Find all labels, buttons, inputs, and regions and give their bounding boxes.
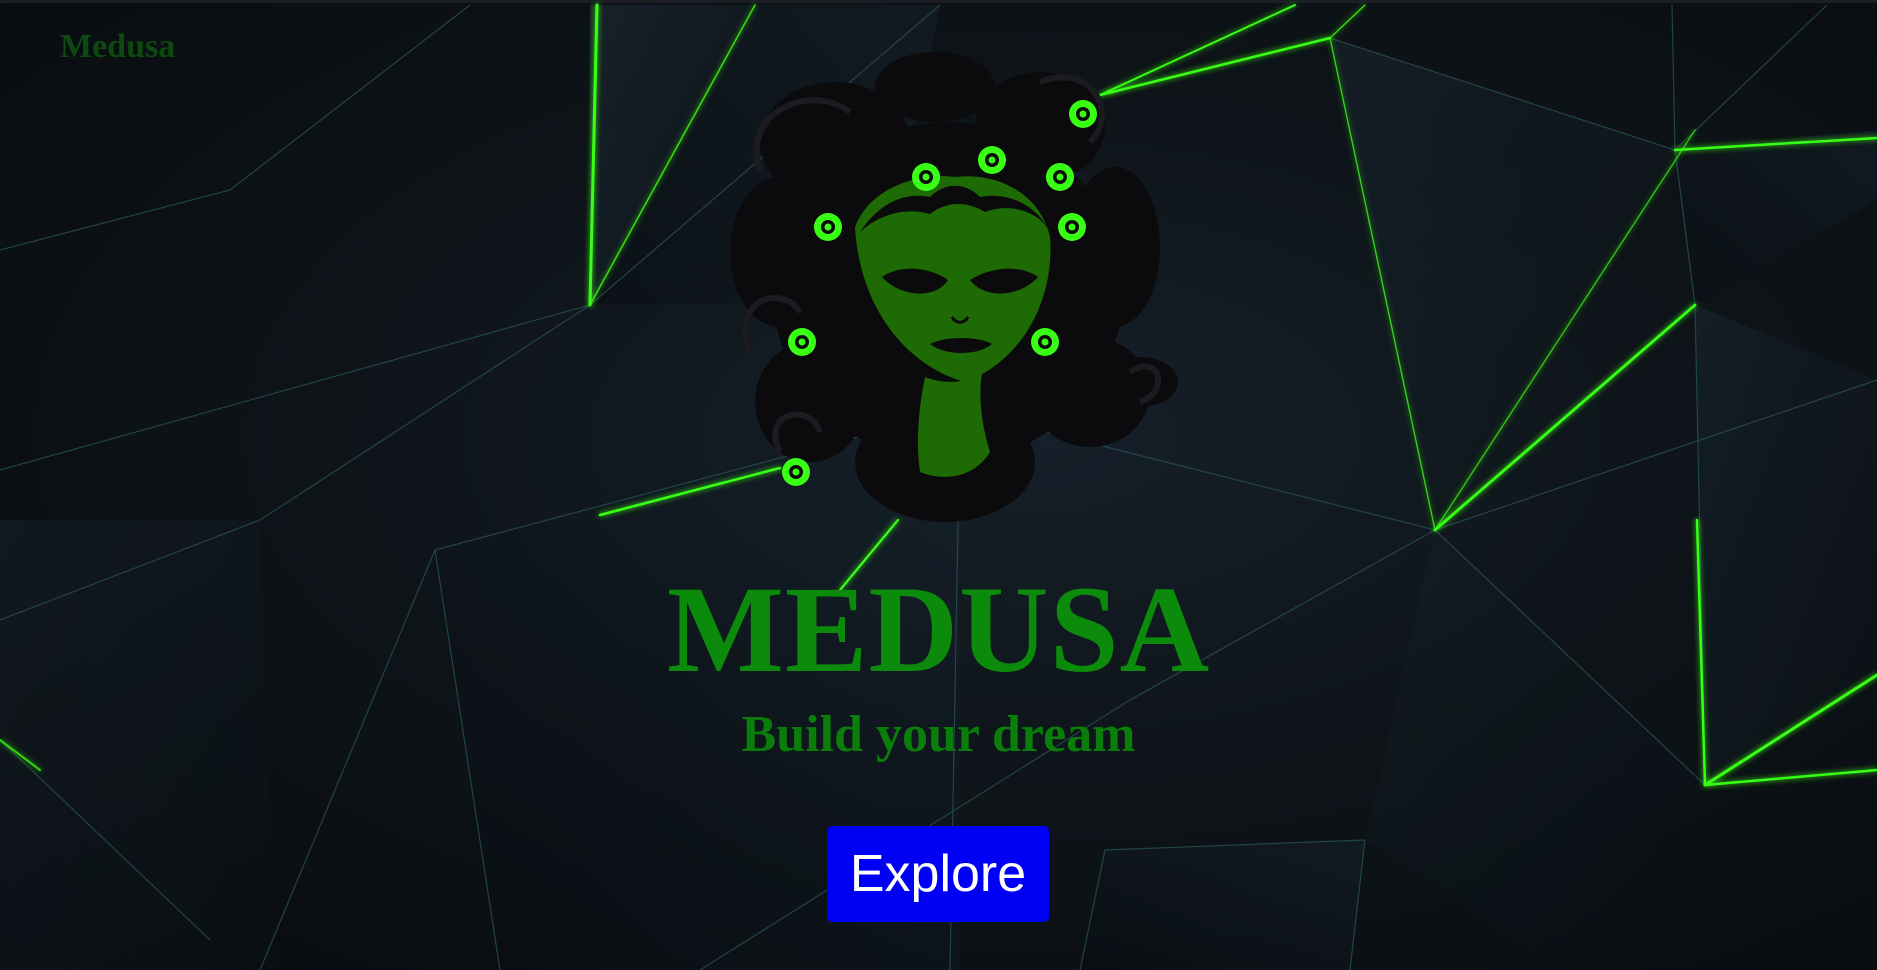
explore-button[interactable]: Explore xyxy=(827,826,1049,922)
brand-logo-text[interactable]: Medusa xyxy=(60,28,175,66)
hero-title: MEDUSA xyxy=(666,561,1211,698)
hero-subtitle: Build your dream xyxy=(741,706,1136,763)
medusa-head-icon xyxy=(730,52,1178,522)
landing-page: Medusa MEDUSA Build your dream Explore xyxy=(0,0,1877,970)
